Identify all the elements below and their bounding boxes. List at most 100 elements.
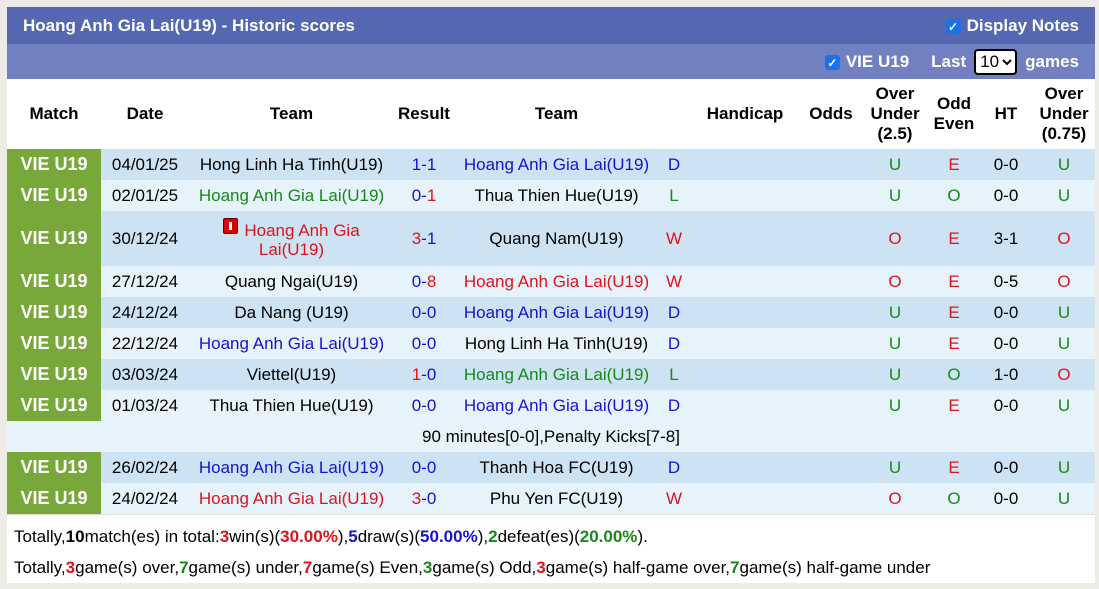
win-loss: D [659,149,689,180]
away-score: 1 [427,186,436,205]
away-team[interactable]: Quang Nam(U19) [454,211,659,266]
scores-table: MatchDateTeamResultTeamHandicapOddsOverU… [7,79,1095,514]
home-team-name[interactable]: Hoang Anh Gia Lai(U19) [199,334,384,353]
win-loss: D [659,390,689,421]
odds [801,180,861,211]
home-score: 3 [412,489,421,508]
match-league[interactable]: VIE U19 [7,297,101,328]
home-score: 0 [412,334,421,353]
home-team[interactable]: Hoang Anh Gia Lai(U19) [189,483,394,514]
home-team-name[interactable]: Quang Ngai(U19) [225,272,358,291]
handicap [689,452,801,483]
home-team[interactable]: Hoang Anh Gia Lai(U19) [189,180,394,211]
win-loss: D [659,452,689,483]
odd-even: O [929,359,979,390]
home-team-name[interactable]: Hoang Anh Gia Lai(U19) [199,489,384,508]
over-under-0.75: U [1033,149,1095,180]
over-under-0.75: O [1033,359,1095,390]
handicap [689,297,801,328]
home-team[interactable]: Viettel(U19) [189,359,394,390]
match-date: 30/12/24 [101,211,189,266]
match-result[interactable]: 1-1 [394,149,454,180]
home-team[interactable]: Hoang Anh Gia Lai(U19) [189,328,394,359]
home-team-name[interactable]: Hoang Anh Gia Lai(U19) [244,221,359,259]
match-result[interactable]: 0-0 [394,390,454,421]
summary-text: 5 [348,527,357,546]
over-under-2.5: U [861,149,929,180]
home-team[interactable]: Hong Linh Ha Tinh(U19) [189,149,394,180]
match-league[interactable]: VIE U19 [7,328,101,359]
match-league[interactable]: VIE U19 [7,452,101,483]
over-under-2.5: O [861,211,929,266]
away-score: 8 [427,272,436,291]
table-row: VIE U1903/03/24Viettel(U19)1-0Hoang Anh … [7,359,1095,390]
summary-text: game(s) over, [75,558,179,577]
home-team[interactable]: Hoang Anh Gia Lai(U19) [189,211,394,266]
summary-text: 30.00% [280,527,338,546]
odds [801,211,861,266]
odds [801,297,861,328]
away-score: 0 [427,489,436,508]
home-team[interactable]: Quang Ngai(U19) [189,266,394,297]
away-team[interactable]: Hoang Anh Gia Lai(U19) [454,297,659,328]
display-notes-toggle[interactable]: ✓Display Notes [946,16,1079,36]
table-row: VIE U1927/12/24Quang Ngai(U19)0-8Hoang A… [7,266,1095,297]
match-league[interactable]: VIE U19 [7,149,101,180]
match-league[interactable]: VIE U19 [7,390,101,421]
home-team[interactable]: Thua Thien Hue(U19) [189,390,394,421]
match-result[interactable]: 0-0 [394,452,454,483]
checkbox-checked-icon[interactable]: ✓ [946,19,961,34]
away-team[interactable]: Hoang Anh Gia Lai(U19) [454,359,659,390]
away-team[interactable]: Thua Thien Hue(U19) [454,180,659,211]
match-league[interactable]: VIE U19 [7,180,101,211]
table-row: VIE U1930/12/24 Hoang Anh Gia Lai(U19) 3-1… [7,211,1095,266]
home-team[interactable]: Hoang Anh Gia Lai(U19) [189,452,394,483]
away-team[interactable]: Hoang Anh Gia Lai(U19) [454,390,659,421]
column-header: OverUnder(2.5) [861,79,929,149]
match-league[interactable]: VIE U19 [7,266,101,297]
away-team[interactable]: Hoang Anh Gia Lai(U19) [454,266,659,297]
half-time-score: 1-0 [979,359,1033,390]
match-result[interactable]: 0-0 [394,297,454,328]
handicap [689,180,801,211]
over-under-2.5: U [861,359,929,390]
league-filter-toggle[interactable]: ✓VIE U19 [825,52,909,72]
table-row: VIE U1902/01/25Hoang Anh Gia Lai(U19)0-1… [7,180,1095,211]
match-league[interactable]: VIE U19 [7,483,101,514]
match-league[interactable]: VIE U19 [7,211,101,266]
home-team-name[interactable]: Hong Linh Ha Tinh(U19) [200,155,383,174]
away-team[interactable]: Phu Yen FC(U19) [454,483,659,514]
match-league[interactable]: VIE U19 [7,359,101,390]
match-result[interactable]: 0-0 [394,328,454,359]
home-team-name[interactable]: Hoang Anh Gia Lai(U19) [199,458,384,477]
home-team-name[interactable]: Viettel(U19) [247,365,336,384]
match-result[interactable]: 0-8 [394,266,454,297]
match-result[interactable]: 1-0 [394,359,454,390]
away-team[interactable]: Thanh Hoa FC(U19) [454,452,659,483]
checkbox-checked-icon[interactable]: ✓ [825,55,840,70]
games-count-select[interactable]: 10 [974,49,1017,75]
summary-text: Totally, [14,558,66,577]
column-header: Team [454,79,659,149]
summary-text: game(s) Even, [312,558,423,577]
summary-text: ). [637,527,647,546]
summary-text: 10 [66,527,85,546]
match-result[interactable]: 3-0 [394,483,454,514]
away-team[interactable]: Hoang Anh Gia Lai(U19) [454,149,659,180]
over-under-0.75: U [1033,328,1095,359]
summary-text: game(s) under, [189,558,303,577]
home-team-name[interactable]: Thua Thien Hue(U19) [209,396,373,415]
last-label: Last [931,52,966,72]
home-team-name[interactable]: Hoang Anh Gia Lai(U19) [199,186,384,205]
column-header: Result [394,79,454,149]
home-team-name[interactable]: Da Nang (U19) [234,303,348,322]
home-team[interactable]: Da Nang (U19) [189,297,394,328]
match-result[interactable]: 3-1 [394,211,454,266]
match-date: 01/03/24 [101,390,189,421]
half-time-score: 0-0 [979,297,1033,328]
half-time-score: 0-0 [979,149,1033,180]
odd-even: E [929,452,979,483]
table-header: MatchDateTeamResultTeamHandicapOddsOverU… [7,79,1095,149]
away-team[interactable]: Hong Linh Ha Tinh(U19) [454,328,659,359]
match-result[interactable]: 0-1 [394,180,454,211]
